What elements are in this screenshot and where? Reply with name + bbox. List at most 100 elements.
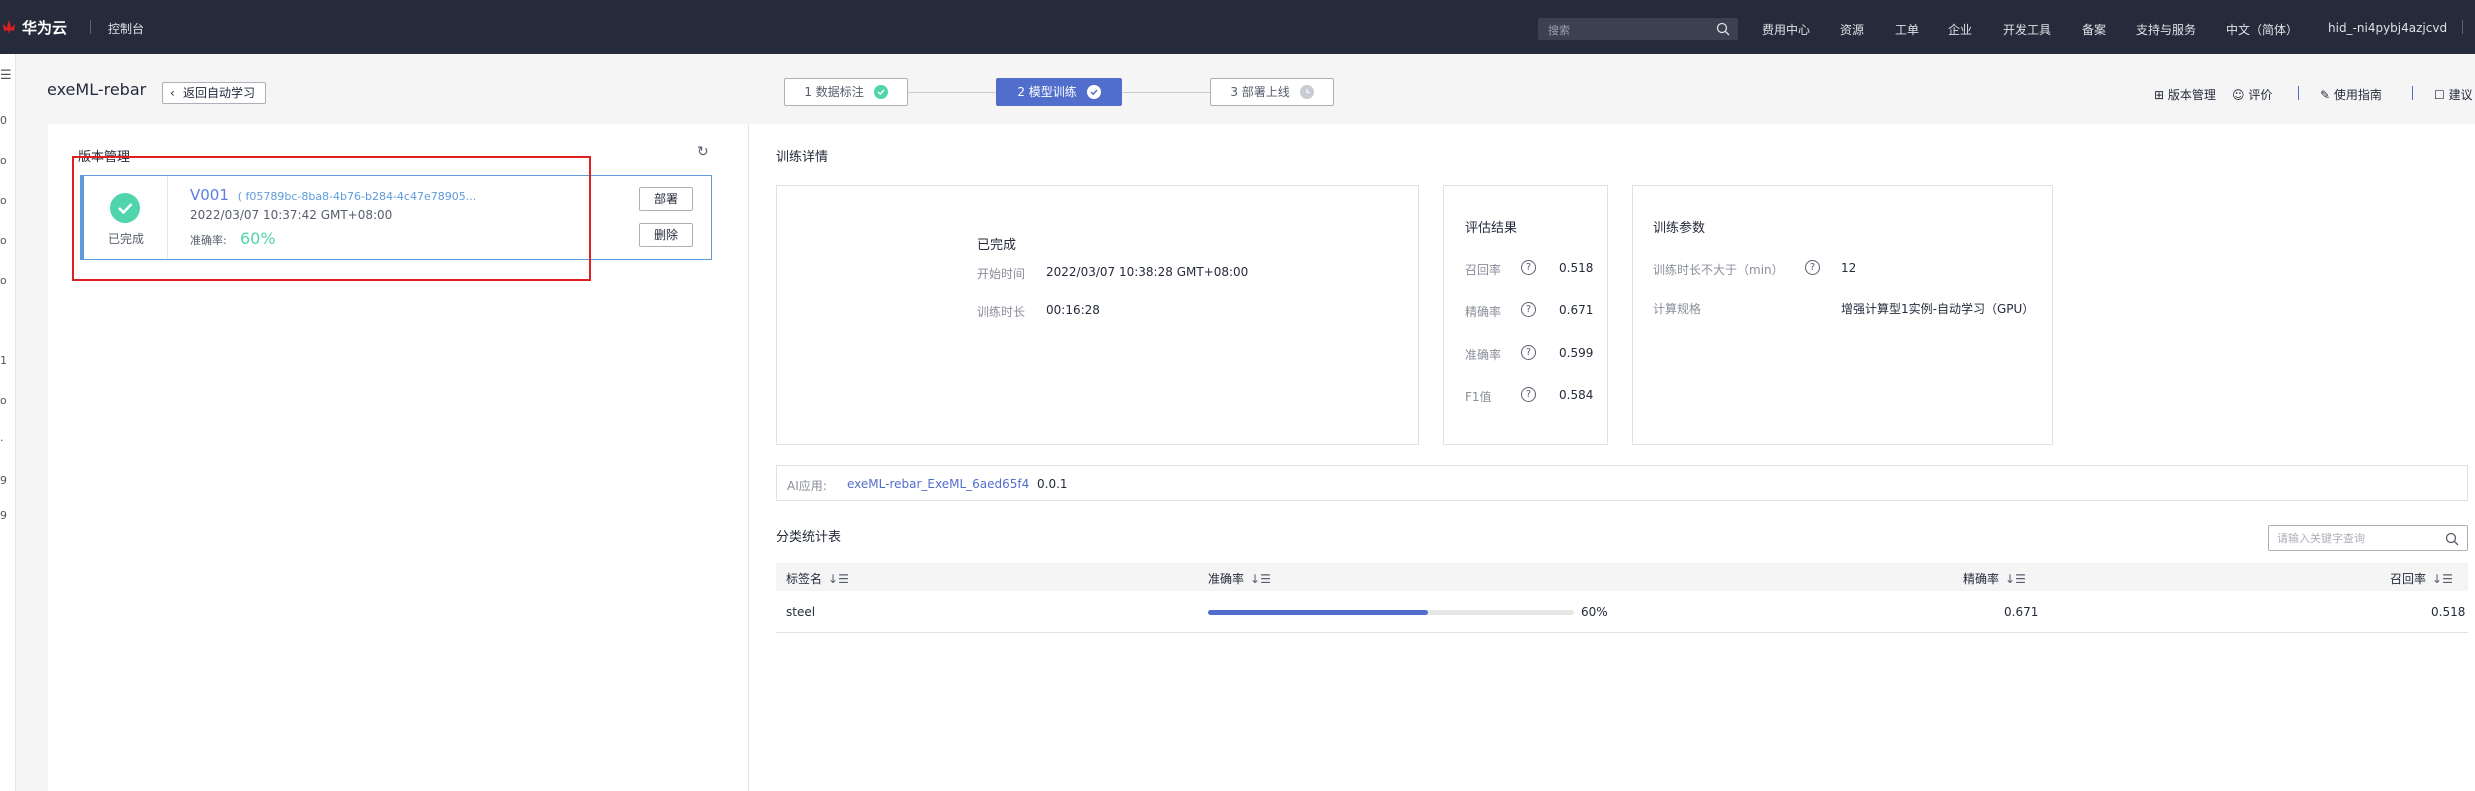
rating-link[interactable]: ☺ 评价 bbox=[2232, 86, 2272, 103]
step-deploy[interactable]: 3 部署上线 bbox=[1210, 78, 1334, 106]
link-label: 建议 bbox=[2448, 88, 2473, 102]
refresh-icon[interactable]: ↻ bbox=[697, 144, 709, 160]
evaluation-box: 评估结果 召回率 ? 0.518 精确率 ? 0.671 准确率 ? 0.599… bbox=[1443, 185, 1608, 445]
start-time-label: 开始时间 bbox=[977, 267, 1026, 281]
page-title: exeML-rebar bbox=[47, 80, 147, 99]
menu-icon[interactable]: ☰ bbox=[0, 68, 12, 83]
training-params-title: 训练参数 bbox=[1653, 221, 1706, 236]
rail-glyph: o bbox=[0, 154, 7, 167]
grid-icon: ⊞ bbox=[2154, 88, 2165, 102]
brand-name[interactable]: 华为云 bbox=[22, 17, 67, 38]
compute-spec-label: 计算规格 bbox=[1653, 302, 1702, 316]
nav-devtools[interactable]: 开发工具 bbox=[2003, 21, 2051, 38]
search-icon[interactable] bbox=[1716, 22, 1730, 36]
precision-value: 0.671 bbox=[1559, 303, 1594, 317]
chevron-left-icon: ‹ bbox=[170, 86, 175, 100]
back-to-automl-button[interactable]: ‹ 返回自动学习 bbox=[162, 82, 267, 104]
duration-label: 训练时长 bbox=[977, 305, 1026, 319]
help-icon[interactable]: ? bbox=[1521, 302, 1536, 317]
help-icon[interactable]: ? bbox=[1521, 387, 1536, 402]
compute-spec-value: 增强计算型1实例-自动学习（GPU） bbox=[1841, 302, 2035, 316]
link-label: 评价 bbox=[2248, 88, 2273, 102]
step-connector bbox=[1122, 92, 1210, 93]
start-time-value: 2022/03/07 10:38:28 GMT+08:00 bbox=[1046, 265, 1249, 279]
header-text: 召回率 bbox=[2390, 572, 2427, 586]
help-icon[interactable]: ? bbox=[1521, 260, 1536, 275]
divider bbox=[2298, 86, 2299, 100]
header-text: 标签名 bbox=[786, 572, 823, 586]
nav-billing[interactable]: 费用中心 bbox=[1762, 21, 1810, 38]
clock-icon bbox=[1299, 85, 1314, 99]
column-header-precision[interactable]: 精确率 ↓☰ bbox=[1963, 570, 2026, 587]
sort-icon[interactable]: ↓☰ bbox=[1250, 572, 1271, 586]
help-icon[interactable]: ? bbox=[1521, 345, 1536, 360]
check-circle-icon bbox=[1086, 85, 1101, 99]
step-connector bbox=[908, 92, 996, 93]
rail-glyph: o bbox=[0, 234, 7, 247]
left-rail: ☰ 0 o o o o 1 o · 9 9 bbox=[0, 54, 16, 791]
column-header-recall[interactable]: 召回率 ↓☰ bbox=[2390, 570, 2453, 587]
link-label: 版本管理 bbox=[2167, 88, 2216, 102]
huawei-logo-icon bbox=[3, 20, 15, 34]
accuracy-progress-bar bbox=[1208, 610, 1574, 615]
ai-app-link[interactable]: exeML-rebar_ExeML_6aed65f4 bbox=[847, 477, 1029, 491]
edit-icon: ✎ bbox=[2320, 88, 2331, 102]
suggestion-link[interactable]: ☐ 建议 bbox=[2434, 86, 2473, 103]
nav-filing[interactable]: 备案 bbox=[2082, 21, 2106, 38]
language-selector[interactable]: 中文（简体） bbox=[2226, 21, 2298, 38]
training-details-title: 训练详情 bbox=[776, 150, 829, 165]
sort-icon[interactable]: ↓☰ bbox=[2432, 572, 2453, 586]
precision-label: 精确率 bbox=[1465, 305, 1502, 319]
check-circle-icon bbox=[873, 85, 888, 99]
accuracy-progress-fill bbox=[1208, 610, 1428, 615]
column-header-accuracy[interactable]: 准确率 ↓☰ bbox=[1208, 570, 1271, 587]
cell-recall: 0.518 bbox=[2431, 605, 2466, 619]
duration-value: 00:16:28 bbox=[1046, 303, 1100, 317]
step-label: 3 部署上线 bbox=[1230, 85, 1290, 99]
rail-glyph: 9 bbox=[0, 474, 7, 487]
header-text: 精确率 bbox=[1963, 572, 2000, 586]
table-row: steel 60% 0.671 0.518 bbox=[776, 591, 2468, 633]
cell-label: steel bbox=[786, 605, 816, 619]
rail-glyph: 1 bbox=[0, 354, 7, 367]
deploy-button[interactable]: 部署 bbox=[639, 187, 693, 211]
max-duration-value: 12 bbox=[1841, 261, 1857, 275]
rail-glyph: o bbox=[0, 274, 7, 287]
rail-glyph: o bbox=[0, 194, 7, 207]
nav-tickets[interactable]: 工单 bbox=[1895, 21, 1919, 38]
nav-enterprise[interactable]: 企业 bbox=[1948, 21, 1972, 38]
back-button-label: 返回自动学习 bbox=[183, 86, 256, 100]
evaluation-title: 评估结果 bbox=[1465, 221, 1518, 236]
header-text: 准确率 bbox=[1208, 572, 1245, 586]
divider bbox=[90, 20, 91, 34]
rail-glyph: 0 bbox=[0, 114, 7, 127]
training-params-box: 训练参数 训练时长不大于（min） ? 12 计算规格 增强计算型1实例-自动学… bbox=[1632, 185, 2053, 445]
console-link[interactable]: 控制台 bbox=[108, 20, 144, 37]
feedback-icon: ☐ bbox=[2434, 88, 2445, 102]
cell-precision: 0.671 bbox=[2004, 605, 2039, 619]
step-model-training[interactable]: 2 模型训练 bbox=[996, 78, 1122, 106]
nav-support[interactable]: 支持与服务 bbox=[2136, 21, 2196, 38]
delete-button[interactable]: 删除 bbox=[639, 223, 693, 247]
stats-search-input[interactable] bbox=[2277, 529, 2437, 547]
sort-icon[interactable]: ↓☰ bbox=[2005, 572, 2026, 586]
highlight-box bbox=[72, 156, 591, 281]
help-icon[interactable]: ? bbox=[1805, 260, 1820, 275]
recall-value: 0.518 bbox=[1559, 261, 1594, 275]
version-management-link[interactable]: ⊞ 版本管理 bbox=[2154, 86, 2216, 103]
recall-label: 召回率 bbox=[1465, 263, 1502, 277]
nav-resources[interactable]: 资源 bbox=[1840, 21, 1864, 38]
step-data-labeling[interactable]: 1 数据标注 bbox=[784, 78, 908, 106]
step-label: 1 数据标注 bbox=[804, 85, 864, 99]
global-search-input[interactable]: 搜索 bbox=[1538, 18, 1738, 40]
user-account[interactable]: hid_-ni4pybj4azjcvd bbox=[2328, 21, 2447, 35]
step-label: 2 模型训练 bbox=[1017, 85, 1077, 99]
rail-glyph: 9 bbox=[0, 509, 7, 522]
accuracy-label: 准确率 bbox=[1465, 348, 1502, 362]
search-icon[interactable] bbox=[2445, 532, 2459, 546]
stats-search-box[interactable] bbox=[2268, 525, 2468, 551]
column-header-label[interactable]: 标签名 ↓☰ bbox=[786, 570, 849, 587]
stats-table-title: 分类统计表 bbox=[776, 530, 842, 545]
sort-icon[interactable]: ↓☰ bbox=[828, 572, 849, 586]
user-guide-link[interactable]: ✎ 使用指南 bbox=[2320, 86, 2382, 103]
